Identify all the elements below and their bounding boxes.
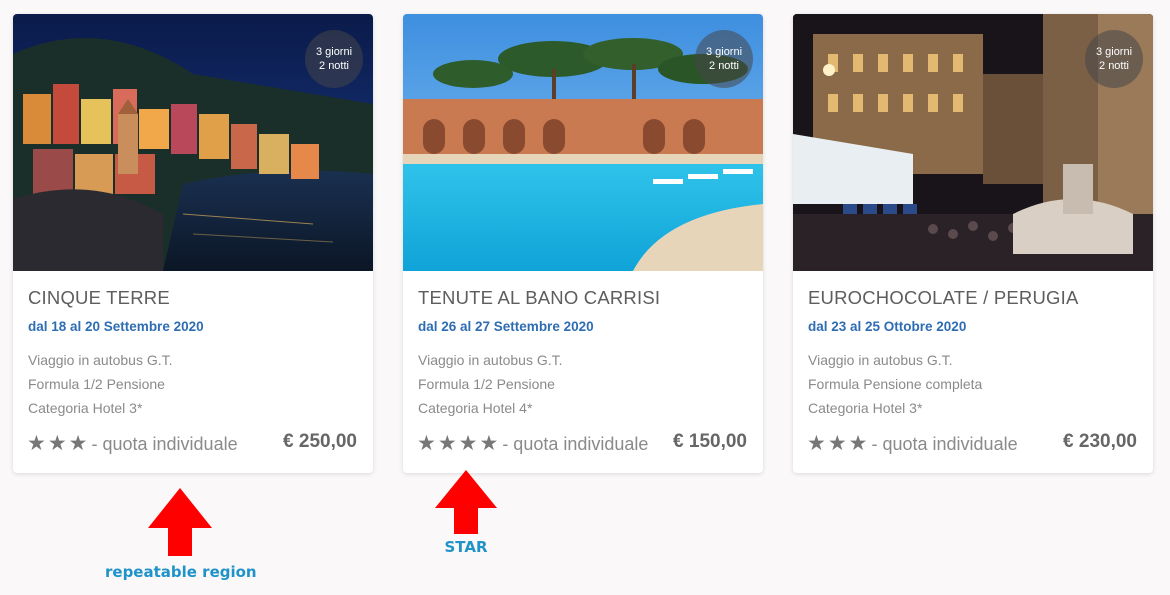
badge-days: 3 giorni [315, 46, 353, 58]
badge-days: 3 giorni [1095, 46, 1133, 58]
star-icon: ★ [437, 432, 457, 455]
feature-list: Viaggio in autobus G.T. Formula 1/2 Pens… [418, 348, 563, 420]
rating-label: - quota individuale [502, 433, 649, 454]
tour-card[interactable]: 3 giorni 2 notti EUROCHOCOLATE / PERUGIA… [793, 14, 1153, 473]
feature-list: Viaggio in autobus G.T. Formula Pensione… [808, 348, 982, 420]
feature-item: Categoria Hotel 4* [418, 400, 533, 416]
feature-item: Formula 1/2 Pensione [28, 376, 165, 392]
feature-item: Formula 1/2 Pensione [418, 376, 555, 392]
tour-price: € 150,00 [673, 431, 747, 452]
star-icon: ★ [827, 432, 847, 455]
tour-title[interactable]: CINQUE TERRE [28, 287, 170, 309]
duration-badge: 3 giorni 2 notti [305, 30, 363, 88]
tour-dates: dal 23 al 25 Ottobre 2020 [808, 319, 967, 334]
feature-item: Viaggio in autobus G.T. [28, 352, 173, 368]
badge-nights: 2 notti [709, 60, 739, 72]
tour-title[interactable]: EUROCHOCOLATE / PERUGIA [808, 287, 1079, 309]
rating-label: - quota individuale [871, 433, 1018, 454]
feature-item: Viaggio in autobus G.T. [808, 352, 953, 368]
star-icon: ★ [458, 432, 478, 455]
tour-photo[interactable]: 3 giorni 2 notti [13, 14, 373, 271]
star-rating: ★ ★ ★ - quota individuale [27, 432, 238, 456]
tour-dates: dal 18 al 20 Settembre 2020 [28, 319, 204, 334]
feature-item: Viaggio in autobus G.T. [418, 352, 563, 368]
tour-price: € 250,00 [283, 431, 357, 452]
red-arrow-up-icon [148, 488, 212, 556]
annotation-label: repeatable region [105, 563, 257, 581]
star-icon: ★ [848, 432, 868, 455]
feature-item: Formula Pensione completa [808, 376, 983, 392]
badge-nights: 2 notti [319, 60, 349, 72]
star-rating: ★ ★ ★ - quota individuale [807, 432, 1018, 456]
tour-title[interactable]: TENUTE AL BANO CARRISI [418, 287, 660, 309]
star-icon: ★ [479, 432, 499, 455]
feature-item: Categoria Hotel 3* [808, 400, 923, 416]
badge-days: 3 giorni [705, 46, 743, 58]
star-icon: ★ [807, 432, 826, 455]
rating-label: - quota individuale [91, 433, 238, 454]
annotation-repeatable-region: repeatable region [105, 488, 257, 581]
star-rating: ★ ★ ★ ★ - quota individuale [417, 432, 648, 456]
tour-photo[interactable]: 3 giorni 2 notti [403, 14, 763, 271]
duration-badge: 3 giorni 2 notti [1085, 30, 1143, 88]
duration-badge: 3 giorni 2 notti [695, 30, 753, 88]
tour-price: € 230,00 [1063, 431, 1137, 452]
annotation-star: STAR [406, 470, 526, 556]
star-icon: ★ [68, 432, 88, 455]
star-icon: ★ [27, 432, 46, 455]
badge-nights: 2 notti [1099, 60, 1129, 72]
tour-card[interactable]: 3 giorni 2 notti TENUTE AL BANO CARRISI … [403, 14, 763, 473]
red-arrow-up-icon [435, 470, 497, 534]
star-icon: ★ [47, 432, 67, 455]
feature-list: Viaggio in autobus G.T. Formula 1/2 Pens… [28, 348, 173, 420]
feature-item: Categoria Hotel 3* [28, 400, 143, 416]
tour-photo[interactable]: 3 giorni 2 notti [793, 14, 1153, 271]
tour-card[interactable]: 3 giorni 2 notti CINQUE TERRE dal 18 al … [13, 14, 373, 473]
tour-dates: dal 26 al 27 Settembre 2020 [418, 319, 594, 334]
star-icon: ★ [417, 432, 436, 455]
annotation-label: STAR [444, 538, 488, 556]
